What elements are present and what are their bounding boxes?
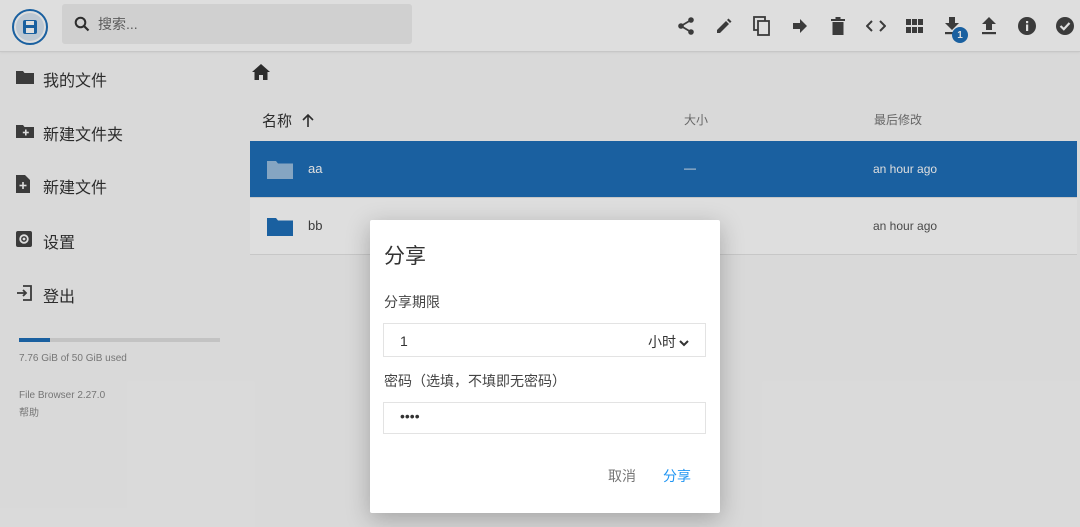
expire-label: 分享期限 bbox=[384, 294, 440, 310]
expire-value-input[interactable]: 1 bbox=[400, 333, 408, 349]
expire-unit-select[interactable]: 小时 bbox=[648, 332, 689, 352]
password-value: •••• bbox=[400, 408, 420, 424]
dialog-title: 分享 bbox=[384, 245, 426, 268]
share-button[interactable]: 分享 bbox=[663, 466, 691, 486]
expire-field: 1 小时 bbox=[383, 323, 706, 357]
share-dialog: 分享 分享期限 1 小时 密码（选填，不填即无密码） •••• 取消 分享 bbox=[370, 220, 720, 513]
password-label: 密码（选填，不填即无密码） bbox=[384, 373, 566, 389]
expire-unit-label: 小时 bbox=[648, 334, 676, 350]
chevron-down-icon bbox=[679, 334, 689, 350]
password-field[interactable]: •••• bbox=[383, 402, 706, 434]
cancel-button[interactable]: 取消 bbox=[608, 466, 636, 486]
